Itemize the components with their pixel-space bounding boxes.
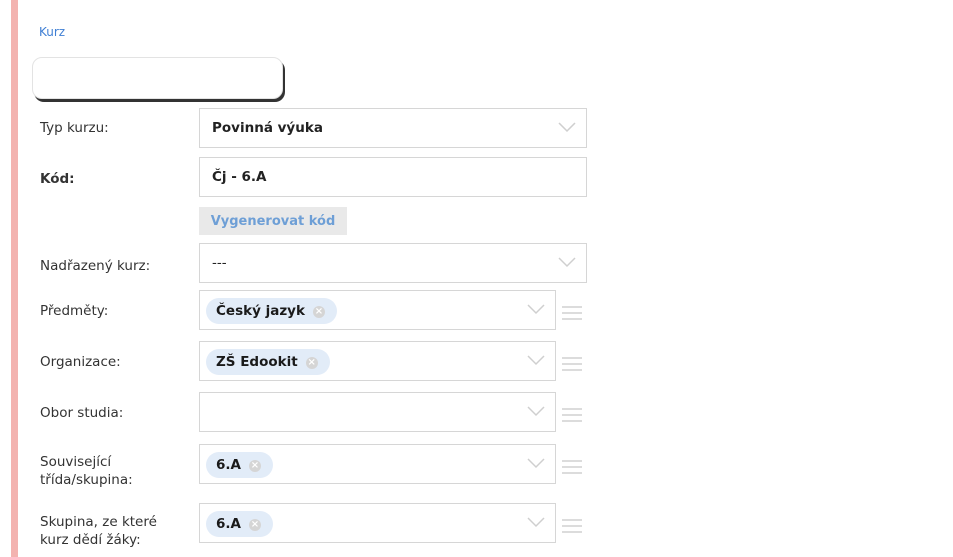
souvisejici-label: Související třída/skupina: xyxy=(40,453,133,489)
tag-label: 6.A xyxy=(216,516,241,532)
souvisejici-label-line2: třída/skupina: xyxy=(40,472,133,488)
chevron-down-icon[interactable] xyxy=(558,256,576,268)
close-icon[interactable]: × xyxy=(312,306,325,318)
chevron-down-icon[interactable] xyxy=(527,354,545,366)
predmety-select[interactable]: Český jazyk × xyxy=(199,290,556,330)
predmety-label: Předměty: xyxy=(40,303,109,319)
organizace-select[interactable]: ZŠ Edookit × xyxy=(199,341,556,381)
hamburger-icon[interactable] xyxy=(562,356,582,371)
skupina-dedi-select[interactable]: 6.A × xyxy=(199,503,556,543)
section-title: Kurz xyxy=(39,25,66,39)
tag-6a: 6.A × xyxy=(206,452,273,478)
souvisejici-select[interactable]: 6.A × xyxy=(199,444,556,484)
tag-label: ZŠ Edookit xyxy=(216,354,298,370)
generate-code-button[interactable]: Vygenerovat kód xyxy=(199,207,347,235)
chevron-down-icon[interactable] xyxy=(527,405,545,417)
skupina-dedi-label: Skupina, ze které kurz dědí žáky: xyxy=(40,513,157,549)
chevron-down-icon[interactable] xyxy=(527,303,545,315)
blank-input-box[interactable] xyxy=(32,57,283,99)
souvisejici-label-line1: Související xyxy=(40,454,112,470)
hamburger-icon[interactable] xyxy=(562,459,582,474)
typ-kurzu-label: Typ kurzu: xyxy=(40,120,109,136)
hamburger-icon[interactable] xyxy=(562,407,582,422)
skupina-dedi-label-line2: kurz dědí žáky: xyxy=(40,532,141,548)
kod-input[interactable]: Čj - 6.A xyxy=(199,157,587,197)
organizace-label: Organizace: xyxy=(40,354,121,370)
nadrazeny-kurz-value: --- xyxy=(212,255,227,271)
chevron-down-icon[interactable] xyxy=(527,457,545,469)
nadrazeny-kurz-select[interactable]: --- xyxy=(199,243,587,283)
tag-zs-edookit: ZŠ Edookit × xyxy=(206,349,330,375)
tag-label: Český jazyk xyxy=(216,303,305,319)
typ-kurzu-value: Povinná výuka xyxy=(212,120,323,136)
chevron-down-icon[interactable] xyxy=(527,516,545,528)
tag-cesky-jazyk: Český jazyk × xyxy=(206,298,337,324)
hamburger-icon[interactable] xyxy=(562,518,582,533)
kod-value: Čj - 6.A xyxy=(212,169,267,185)
obor-studia-select[interactable] xyxy=(199,392,556,432)
typ-kurzu-select[interactable]: Povinná výuka xyxy=(199,108,587,148)
nadrazeny-kurz-label: Nadřazený kurz: xyxy=(40,258,151,274)
obor-studia-label: Obor studia: xyxy=(40,405,124,421)
hamburger-icon[interactable] xyxy=(562,305,582,320)
left-accent-bar xyxy=(11,0,18,557)
close-icon[interactable]: × xyxy=(305,357,318,369)
kod-label: Kód: xyxy=(40,171,75,187)
chevron-down-icon[interactable] xyxy=(558,121,576,133)
skupina-dedi-label-line1: Skupina, ze které xyxy=(40,514,157,530)
tag-6a: 6.A × xyxy=(206,511,273,537)
tag-label: 6.A xyxy=(216,457,241,473)
close-icon[interactable]: × xyxy=(248,519,261,531)
close-icon[interactable]: × xyxy=(248,460,261,472)
